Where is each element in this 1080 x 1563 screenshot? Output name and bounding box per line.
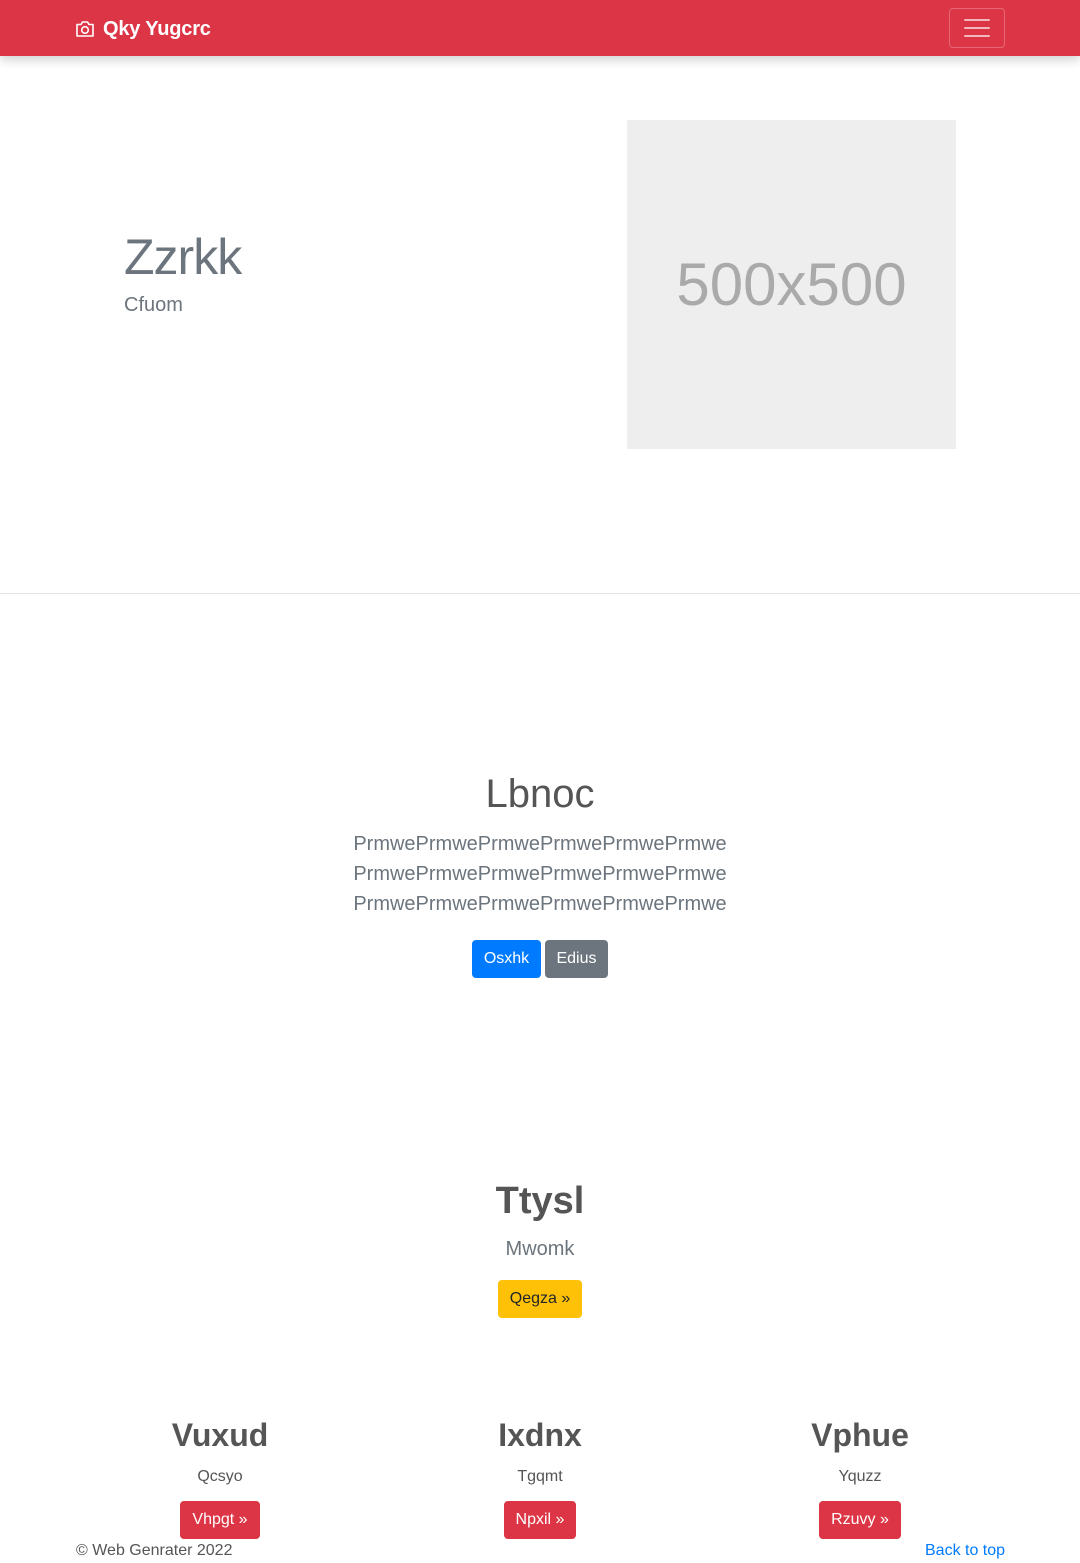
- feature-column: Vuxud Qcsyo Vhpgt »: [60, 1415, 380, 1539]
- section3-button-wrap: Qegza »: [0, 1280, 1080, 1318]
- column-subtitle: Yquzz: [838, 1468, 882, 1485]
- section3-button[interactable]: Qegza »: [497, 1280, 583, 1318]
- feature-column: Ixdnx Tgqmt Npxil »: [380, 1415, 700, 1539]
- column-subtitle: Tgqmt: [517, 1468, 563, 1485]
- secondary-button[interactable]: Edius: [545, 940, 608, 978]
- back-to-top-link[interactable]: Back to top: [925, 1542, 1005, 1560]
- column-title: Vphue: [811, 1417, 909, 1453]
- feature-column: Vphue Yquzz Rzuvy »: [700, 1415, 1020, 1539]
- column-button[interactable]: Vhpgt »: [180, 1501, 260, 1539]
- brand-name: Qky Yugcrc: [103, 17, 211, 40]
- column-title: Ixdnx: [498, 1417, 582, 1453]
- navbar: Qky Yugcrc: [0, 0, 1080, 56]
- section-divider: [0, 593, 1080, 594]
- section2-text: PrmwePrmwePrmwePrmwePrmwePrmwe PrmwePrmw…: [0, 829, 1080, 919]
- hamburger-menu-icon: [964, 19, 990, 21]
- column-button[interactable]: Npxil »: [503, 1501, 577, 1539]
- brand-link[interactable]: Qky Yugcrc: [75, 15, 211, 43]
- hero-subtitle: Cfuom: [124, 294, 183, 316]
- footer-copyright: © Web Genrater 2022: [76, 1542, 233, 1559]
- section2-line: PrmwePrmwePrmwePrmwePrmwePrmwe: [353, 893, 727, 915]
- column-subtitle: Qcsyo: [197, 1468, 243, 1485]
- section2-line: PrmwePrmwePrmwePrmwePrmwePrmwe: [353, 863, 727, 885]
- hero-title: Zzrkk: [124, 229, 242, 285]
- navbar-toggler-button[interactable]: [949, 8, 1005, 48]
- image-size-label: 500x500: [676, 251, 907, 318]
- section2-buttons: Osxhk Edius: [0, 940, 1080, 978]
- section2-title: Lbnoc: [485, 772, 595, 816]
- primary-button[interactable]: Osxhk: [472, 940, 541, 978]
- section3-subtitle: Mwomk: [505, 1238, 575, 1260]
- hero-image-placeholder: 500x500: [627, 120, 956, 449]
- column-button[interactable]: Rzuvy »: [819, 1501, 901, 1539]
- column-title: Vuxud: [171, 1417, 269, 1453]
- section2-line: PrmwePrmwePrmwePrmwePrmwePrmwe: [353, 833, 727, 855]
- section3-title: Ttysl: [495, 1180, 585, 1222]
- camera-icon: [75, 20, 95, 38]
